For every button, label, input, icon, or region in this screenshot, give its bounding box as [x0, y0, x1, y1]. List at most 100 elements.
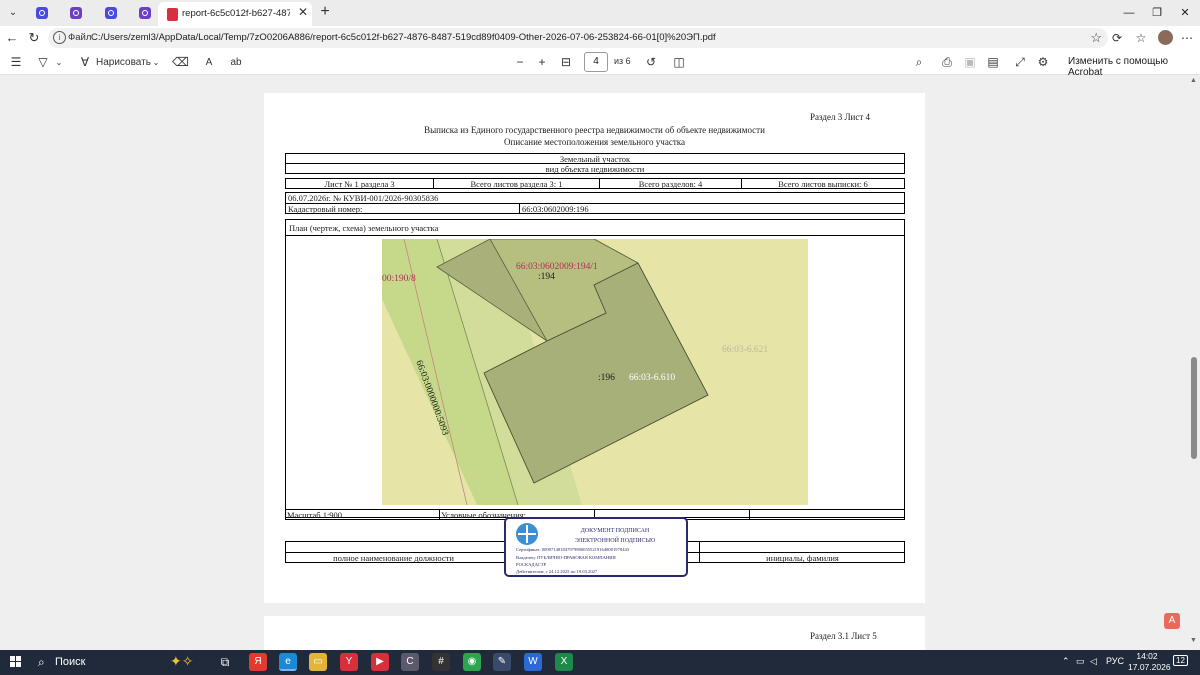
read-aloud-icon[interactable]: ab [228, 54, 244, 71]
copilot-sparkle-icon: ✦✧ [170, 653, 194, 669]
pen-app-icon[interactable]: ✎ [493, 653, 511, 671]
calculator-icon[interactable]: # [432, 653, 450, 671]
windows-start-icon[interactable] [10, 656, 22, 668]
taskbar: ⌕ Поиск ✦✧ ⧉ Я e ▭ Y ▶ C # ◉ ✎ W X ⌃ ▭ ◁… [0, 650, 1200, 675]
address-url[interactable]: C:/Users/zeml3/AppData/Local/Temp/7zO020… [91, 32, 716, 43]
contents-menu-icon[interactable]: ☰ [8, 54, 24, 71]
stamp-certificate: Сертификат: 0099714818479799800555219164… [516, 547, 630, 552]
stamp-line1: ДОКУМЕНТ ПОДПИСАН [580, 528, 650, 534]
page-number-input[interactable]: 4 [584, 52, 608, 72]
map-label-zone-621: 66:03-6.621 [722, 345, 769, 355]
tray-network-icon[interactable]: ▭ [1076, 656, 1085, 667]
tab-list-chevron-icon[interactable]: ⌄ [5, 5, 21, 21]
edge-browser-icon[interactable]: e [279, 653, 297, 671]
extensions-icon[interactable]: ⟳ [1108, 29, 1126, 47]
zoom-out-icon[interactable]: − [512, 54, 528, 71]
address-bar[interactable]: i Файл C:/Users/zeml3/AppData/Local/Temp… [48, 28, 1108, 48]
eraser-icon[interactable]: ⌫ [172, 54, 189, 71]
chrome-icon[interactable]: ◉ [463, 653, 481, 671]
excel-icon[interactable]: X [555, 653, 573, 671]
address-scheme: Файл [68, 32, 92, 43]
map-label-194: :194 [538, 272, 555, 282]
save-as-icon[interactable]: ▤ [985, 54, 1001, 71]
plan-label: План (чертеж, схема) земельного участка [289, 223, 439, 233]
search-icon: ⌕ [38, 655, 45, 669]
notifications-badge[interactable]: 12 [1173, 655, 1188, 666]
clock-time: 14:02 [1136, 651, 1158, 661]
close-tab-button[interactable]: ✕ [296, 5, 310, 21]
name-caption: инициалы, фамилия [766, 553, 839, 563]
pdf-viewer[interactable]: Раздел 3 Лист 4 Выписка из Единого госуд… [0, 75, 1200, 650]
tray-volume-icon[interactable]: ◁ [1090, 656, 1097, 667]
map-label-196: :196 [598, 373, 615, 383]
favorite-star-icon[interactable]: ☆ [1090, 30, 1102, 46]
back-button[interactable]: ← [3, 29, 21, 47]
scroll-down-icon[interactable]: ▼ [1190, 637, 1197, 644]
draw-button[interactable]: Нарисовать [96, 54, 151, 71]
stamp-validity: Действителен: с 24.12.2025 по 19.03.2027 [516, 569, 598, 574]
fullscreen-icon[interactable]: ⤢ [1012, 54, 1028, 71]
app-icon [105, 7, 117, 19]
yandex-browser-icon[interactable]: Я [249, 653, 267, 671]
favorites-icon[interactable]: ☆ [1132, 29, 1150, 47]
scroll-thumb[interactable] [1191, 357, 1197, 459]
pinned-tab-1[interactable] [31, 4, 53, 22]
map-drawing [382, 239, 709, 505]
cadastral-label: Кадастровый номер: [288, 204, 363, 214]
highlight-icon[interactable]: ▽ [36, 54, 50, 71]
text-icon[interactable]: A [201, 54, 217, 71]
object-type-caption: вид объекта недвижимости [545, 164, 645, 174]
zoom-in-icon[interactable]: + [534, 54, 550, 71]
app-icon-c[interactable]: C [401, 653, 419, 671]
new-tab-button[interactable]: + [317, 3, 333, 21]
pinned-tab-2[interactable] [65, 4, 87, 22]
divider [439, 510, 440, 519]
pdf-page-5: Раздел 3.1 Лист 5 [264, 616, 925, 650]
system-clock[interactable]: 14:02 17.07.2026 [1128, 651, 1171, 673]
clock-date: 17.07.2026 [1128, 662, 1171, 672]
file-explorer-icon[interactable]: ▭ [309, 653, 327, 671]
print-icon[interactable]: ⎙ [939, 54, 955, 71]
rosreestr-logo-icon [516, 523, 538, 545]
page-view-icon[interactable]: ◫ [671, 54, 687, 71]
info-icon[interactable]: i [53, 31, 66, 44]
address-bar-row: ← ↻ i Файл C:/Users/zeml3/AppData/Local/… [0, 26, 1200, 50]
task-view-icon[interactable]: ⧉ [216, 653, 234, 671]
start-square [16, 662, 21, 667]
sheet-of-section: Лист № 1 раздела 3 [324, 179, 395, 189]
minimize-button[interactable]: — [1114, 4, 1144, 22]
draw-icon[interactable]: ∀ [78, 54, 92, 71]
close-window-button[interactable]: ✕ [1170, 4, 1200, 22]
taskbar-search[interactable]: ⌕ Поиск ✦✧ [32, 652, 208, 673]
reload-button[interactable]: ↻ [25, 29, 43, 47]
highlight-dropdown-icon[interactable]: ⌄ [54, 54, 64, 71]
yandex-app-icon[interactable]: Y [340, 653, 358, 671]
settings-gear-icon[interactable]: ⚙ [1035, 54, 1051, 71]
save-icon[interactable]: ▣ [962, 54, 978, 71]
language-indicator[interactable]: РУС [1106, 656, 1124, 666]
tray-chevron-icon[interactable]: ⌃ [1062, 656, 1070, 667]
pinned-tab-4[interactable] [134, 4, 156, 22]
profile-avatar[interactable] [1158, 30, 1173, 45]
media-app-icon[interactable]: ▶ [371, 653, 389, 671]
scale-label: Масштаб 1:900 [287, 510, 343, 520]
draw-dropdown-icon[interactable]: ⌄ [151, 54, 161, 71]
word-icon[interactable]: W [524, 653, 542, 671]
restore-button[interactable]: ❐ [1142, 4, 1172, 22]
scrollbar[interactable]: ▲ ▼ [1188, 75, 1200, 650]
pinned-tab-3[interactable] [100, 4, 122, 22]
total-sheets-extract: Всего листов выписки: 6 [778, 179, 868, 189]
app-icon [70, 7, 82, 19]
scroll-up-icon[interactable]: ▲ [1190, 77, 1197, 84]
app-icon [139, 7, 151, 19]
rotate-icon[interactable]: ↺ [643, 54, 659, 71]
search-label: Поиск [55, 656, 86, 668]
fit-page-icon[interactable]: ⊟ [557, 54, 575, 71]
search-icon[interactable]: ⌕ [911, 54, 927, 71]
more-menu-icon[interactable]: ⋯ [1178, 29, 1196, 47]
map-label-190-8: 00:190/8 [382, 274, 416, 284]
active-tab[interactable]: report-6c5c012f-b627-4876-8487 ✕ [158, 2, 312, 26]
page-total: из 6 [614, 56, 631, 66]
acrobat-icon[interactable]: A [1164, 613, 1180, 629]
tab-bar: ⌄ report-6c5c012f-b627-4876-8487 ✕ + — ❐… [0, 0, 1200, 26]
